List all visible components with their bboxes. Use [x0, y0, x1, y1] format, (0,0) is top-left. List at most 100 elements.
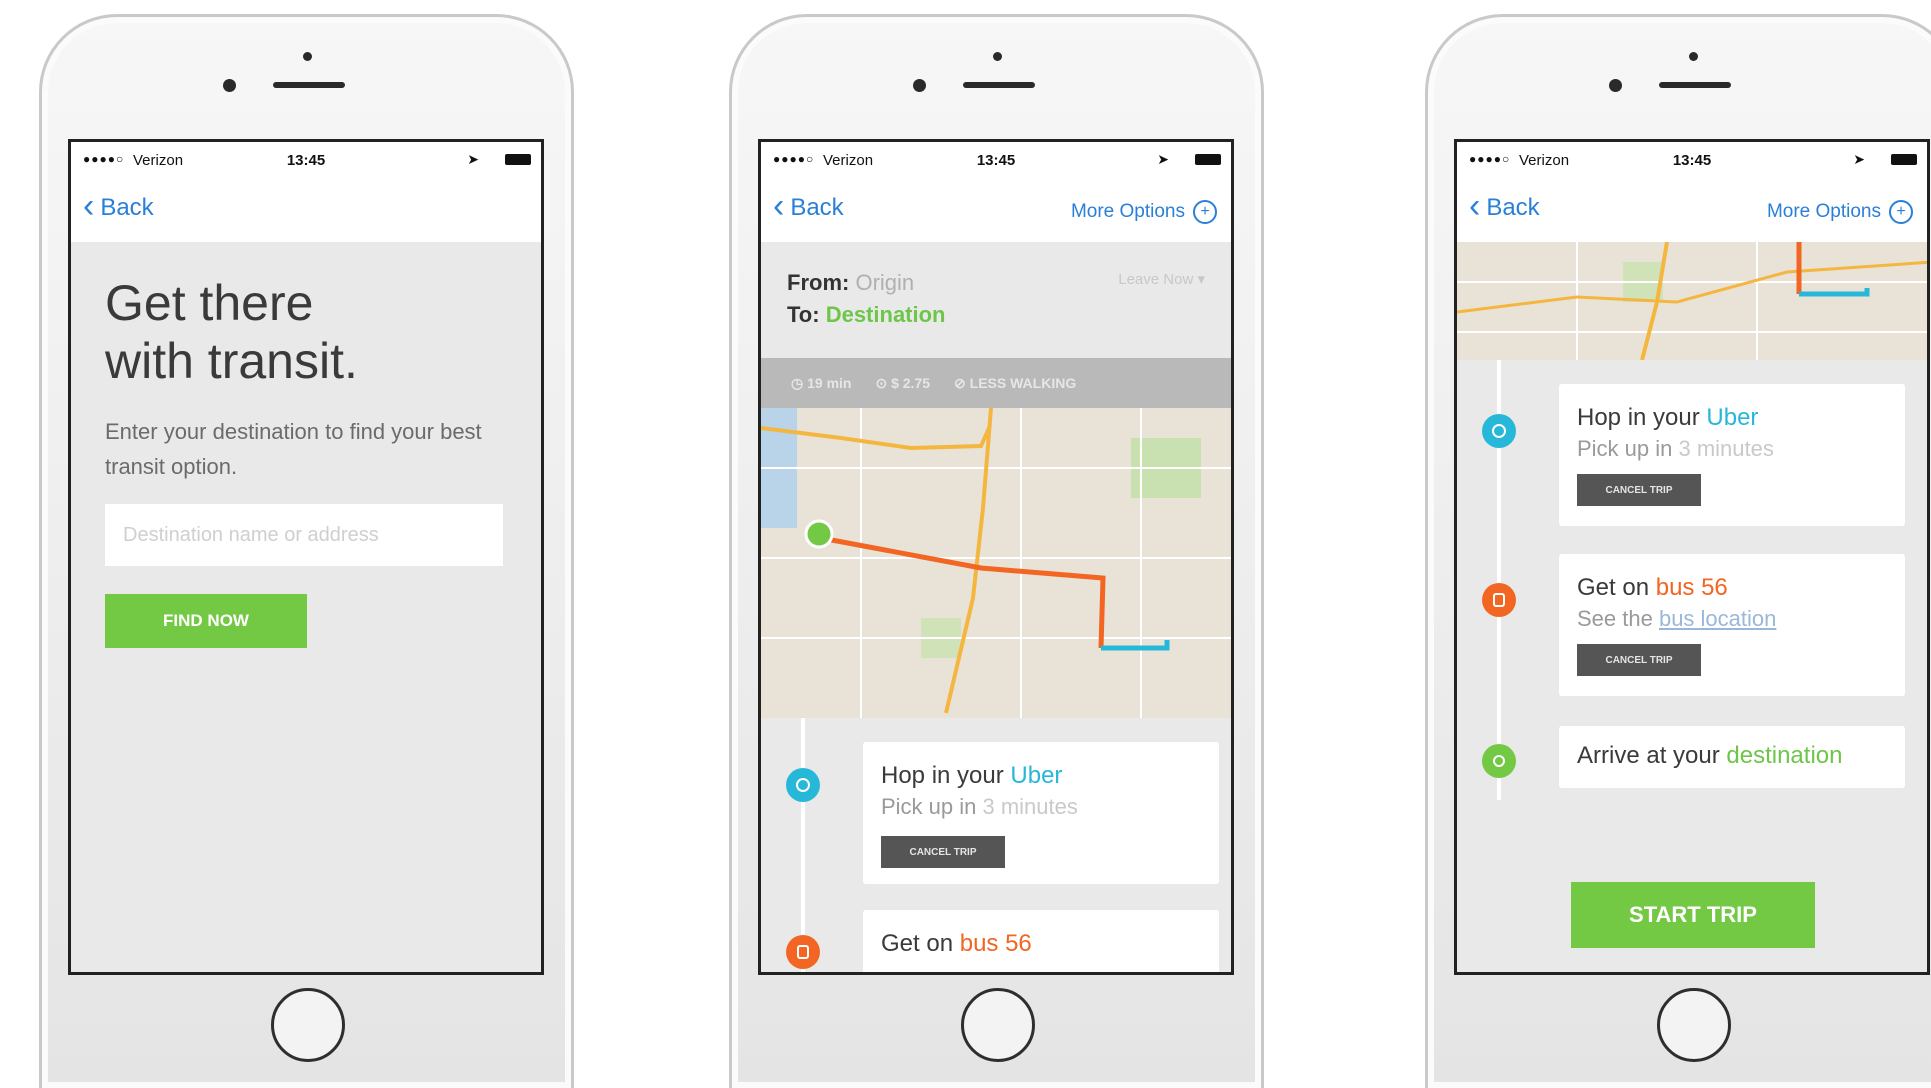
chevron-left-icon: ‹	[83, 187, 95, 225]
home-button[interactable]	[960, 988, 1035, 1062]
back-label: Back	[1486, 194, 1540, 221]
uber-name: Uber	[1706, 404, 1759, 431]
screen-3: ●●●●○ Verizon 13:45 ➤ ‹ Back More Option…	[1454, 139, 1930, 975]
uber-step-card: Hop in your Uber Pick up in 3 minutes CA…	[1559, 384, 1905, 526]
destination-pin-icon	[1482, 744, 1516, 778]
uber-step-prefix: Hop in your	[881, 762, 1011, 789]
phone-1: ●●●●○ Verizon 13:45 ➤ ‹ Back Get there w…	[39, 14, 574, 1088]
back-button[interactable]: ‹ Back	[83, 187, 154, 225]
screen-2: ●●●●○ Verizon 13:45 ➤ ‹ Back More Option…	[758, 139, 1234, 975]
arrive-step-card: Arrive at your destination	[1559, 726, 1905, 788]
bus-detail-prefix: See the	[1577, 606, 1659, 631]
to-value: Destination	[825, 302, 946, 327]
uber-icon	[786, 768, 820, 802]
bus-location-link[interactable]: bus location	[1659, 606, 1776, 631]
location-icon: ➤	[1157, 151, 1169, 167]
title-line-2: with transit.	[105, 333, 358, 389]
bus-step-title: Get on bus 56	[1577, 574, 1728, 602]
location-icon: ➤	[1853, 151, 1865, 167]
map-graphic	[1457, 242, 1927, 360]
uber-eta-prefix: Pick up in	[881, 794, 983, 819]
plus-circle-icon: +	[1193, 200, 1217, 224]
page-title: Get there with transit.	[105, 274, 358, 390]
uber-eta-value: 3 minutes	[982, 794, 1078, 819]
page-subtitle: Enter your destination to find your best…	[105, 419, 482, 479]
phone-3: ●●●●○ Verizon 13:45 ➤ ‹ Back More Option…	[1425, 14, 1931, 1088]
bus-step-title: Get on bus 56	[881, 930, 1032, 958]
more-options-button[interactable]: More Options +	[1767, 200, 1913, 224]
screen-1: ●●●●○ Verizon 13:45 ➤ ‹ Back Get there w…	[68, 139, 544, 975]
bus-step-detail: See the bus location	[1577, 606, 1776, 632]
status-bar: ●●●●○ Verizon 13:45 ➤	[1457, 142, 1927, 178]
sensor	[1608, 79, 1622, 92]
chevron-left-icon: ‹	[1469, 187, 1481, 225]
battery-icon	[505, 154, 531, 165]
bus-step-prefix: Get on	[1577, 574, 1656, 601]
bus-name: bus 56	[1655, 574, 1728, 601]
nav-bar: ‹ Back	[71, 178, 541, 242]
trip-options-bar: ◷ 19 min ⊙ $ 2.75 ⊘ LESS WALKING	[761, 358, 1231, 408]
from-value: Origin	[855, 270, 915, 295]
uber-step-eta: Pick up in 3 minutes	[1577, 436, 1774, 462]
status-bar: ●●●●○ Verizon 13:45 ➤	[71, 142, 541, 178]
status-bar: ●●●●○ Verizon 13:45 ➤	[761, 142, 1231, 178]
arrive-destination: destination	[1726, 742, 1843, 769]
cancel-trip-button[interactable]: CANCEL TRIP	[1577, 474, 1701, 506]
uber-step-card: Hop in your Uber Pick up in 3 minutes CA…	[863, 742, 1219, 884]
more-options-label: More Options	[1070, 201, 1185, 222]
title-line-1: Get there	[105, 275, 314, 331]
from-row[interactable]: From: Origin	[787, 270, 914, 296]
uber-step-title: Hop in your Uber	[881, 762, 1062, 790]
uber-step-eta: Pick up in 3 minutes	[881, 794, 1078, 820]
arrive-step-title: Arrive at your destination	[1577, 742, 1842, 770]
route-map[interactable]	[1457, 242, 1927, 360]
nav-bar: ‹ Back More Options +	[761, 178, 1231, 242]
camera	[1688, 52, 1698, 61]
cancel-trip-button[interactable]: CANCEL TRIP	[881, 836, 1005, 868]
map-graphic	[761, 408, 1231, 718]
uber-step-prefix: Hop in your	[1577, 404, 1707, 431]
camera	[992, 52, 1002, 61]
uber-eta-prefix: Pick up in	[1577, 436, 1679, 461]
uber-icon	[1482, 414, 1516, 448]
option-walking[interactable]: ⊘ LESS WALKING	[954, 375, 1076, 392]
speaker	[962, 82, 1035, 88]
nav-bar: ‹ Back More Options +	[1457, 178, 1927, 242]
option-walking-label: LESS WALKING	[969, 374, 1077, 391]
start-trip-button[interactable]: START TRIP	[1571, 882, 1815, 948]
route-summary: From: Origin To: Destination Leave Now ▾	[761, 242, 1231, 358]
destination-input[interactable]	[105, 504, 503, 566]
uber-step-title: Hop in your Uber	[1577, 404, 1758, 432]
phone-2: ●●●●○ Verizon 13:45 ➤ ‹ Back More Option…	[729, 14, 1264, 1088]
route-map[interactable]	[761, 408, 1231, 718]
bus-step-card: Get on bus 56	[863, 910, 1219, 972]
bus-step-prefix: Get on	[881, 930, 960, 957]
from-label: From:	[787, 270, 850, 295]
bus-step-card: Get on bus 56 See the bus location CANCE…	[1559, 554, 1905, 696]
chevron-left-icon: ‹	[773, 187, 785, 225]
battery-icon	[1891, 154, 1917, 165]
sensor	[222, 79, 236, 92]
back-label: Back	[790, 194, 844, 221]
bus-name: bus 56	[959, 930, 1032, 957]
back-button[interactable]: ‹ Back	[1469, 187, 1540, 225]
option-cost-label: $ 2.75	[891, 374, 931, 391]
cancel-trip-button[interactable]: CANCEL TRIP	[1577, 644, 1701, 676]
find-now-button[interactable]: FIND NOW	[105, 594, 307, 648]
uber-name: Uber	[1010, 762, 1063, 789]
to-row[interactable]: To: Destination	[787, 302, 946, 328]
back-button[interactable]: ‹ Back	[773, 187, 844, 225]
option-cost[interactable]: ⊙ $ 2.75	[875, 375, 930, 392]
arrive-prefix: Arrive at your	[1577, 742, 1727, 769]
option-time-label: 19 min	[807, 374, 852, 391]
bus-icon	[1482, 583, 1516, 617]
sensor	[912, 79, 926, 92]
leave-now-dropdown[interactable]: Leave Now ▾	[1118, 270, 1205, 288]
uber-eta-value: 3 minutes	[1678, 436, 1774, 461]
home-button[interactable]	[1656, 988, 1731, 1062]
more-options-button[interactable]: More Options +	[1071, 200, 1217, 224]
home-button[interactable]	[270, 988, 345, 1062]
speaker	[272, 82, 345, 88]
option-time[interactable]: ◷ 19 min	[791, 375, 851, 392]
back-label: Back	[100, 194, 154, 221]
